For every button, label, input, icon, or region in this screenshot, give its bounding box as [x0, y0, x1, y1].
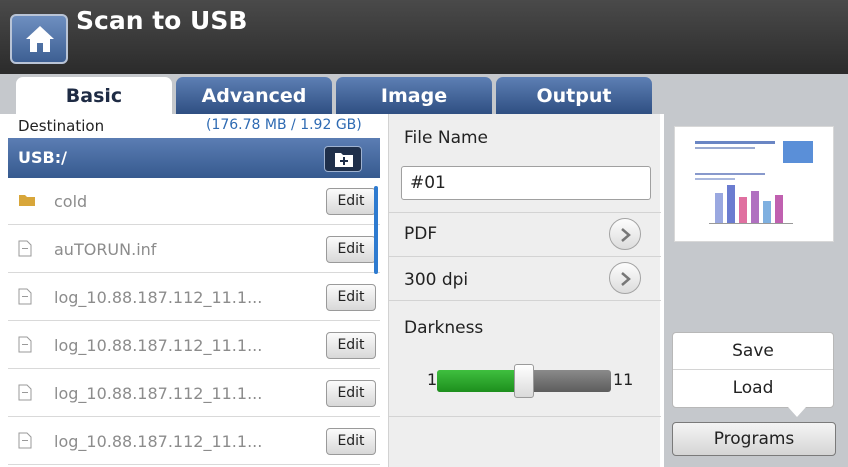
divider — [389, 416, 661, 417]
destination-row: Destination (176.78 MB / 1.92 GB) — [8, 114, 380, 138]
right-panel: Save Load Programs — [664, 74, 848, 467]
file-icon — [18, 288, 32, 305]
file-name: log_10.88.187.112_11.1... — [54, 336, 263, 355]
file-icon — [18, 384, 32, 401]
file-name: auTORUN.inf — [54, 240, 157, 259]
tab-output[interactable]: Output — [496, 77, 652, 114]
darkness-slider[interactable] — [437, 364, 611, 398]
file-list-item[interactable]: log_10.88.187.112_11.1... Edit — [8, 322, 380, 369]
chevron-right-icon — [621, 272, 631, 286]
file-list-panel: Destination (176.78 MB / 1.92 GB) USB:/ … — [8, 114, 380, 467]
file-list-item[interactable]: log_10.88.187.112_11.1... Edit — [8, 274, 380, 321]
edit-button[interactable]: Edit — [326, 236, 376, 263]
darkness-slider-fill — [437, 370, 524, 392]
file-list-item[interactable]: log_10.88.187.112_11.1... Edit — [8, 370, 380, 417]
divider — [389, 212, 661, 213]
document-preview — [674, 126, 834, 242]
file-list-item[interactable]: cold Edit — [8, 178, 380, 225]
resolution-button[interactable] — [609, 262, 641, 294]
home-icon — [26, 26, 54, 52]
file-name-label: File Name — [404, 128, 489, 148]
darkness-min-label: 1 — [427, 370, 438, 389]
file-icon — [18, 432, 32, 449]
divider — [389, 300, 661, 301]
tab-basic[interactable]: Basic — [16, 77, 172, 114]
popup-pointer — [788, 407, 806, 417]
programs-button[interactable]: Programs — [672, 422, 836, 456]
document-thumbnail — [695, 141, 813, 224]
page-title: Scan to USB — [76, 6, 248, 35]
destination-label: Destination — [18, 117, 105, 135]
edit-button[interactable]: Edit — [326, 380, 376, 407]
edit-button[interactable]: Edit — [326, 428, 376, 455]
add-folder-icon — [335, 153, 353, 167]
darkness-slider-thumb[interactable] — [514, 364, 534, 398]
file-format-value: PDF — [404, 224, 438, 244]
destination-size: (176.78 MB / 1.92 GB) — [206, 117, 362, 133]
chevron-right-icon — [621, 228, 631, 242]
file-name: log_10.88.187.112_11.1... — [54, 384, 263, 403]
tab-advanced[interactable]: Advanced — [176, 77, 332, 114]
tab-bar: Basic Advanced Image Output — [0, 74, 664, 114]
edit-button[interactable]: Edit — [326, 284, 376, 311]
divider — [389, 256, 661, 257]
resolution-value: 300 dpi — [404, 270, 469, 290]
file-list-item[interactable]: auTORUN.inf Edit — [8, 226, 380, 273]
darkness-label: Darkness — [404, 318, 484, 338]
usb-path-bar: USB:/ — [8, 138, 380, 178]
file-name-input[interactable]: #01 — [401, 166, 651, 200]
list-scrollbar[interactable] — [374, 186, 378, 274]
file-format-button[interactable] — [609, 218, 641, 250]
edit-button[interactable]: Edit — [326, 332, 376, 359]
add-folder-button[interactable] — [324, 146, 362, 172]
file-icon — [18, 240, 32, 257]
title-bar: Scan to USB — [0, 0, 848, 74]
file-name: log_10.88.187.112_11.1... — [54, 288, 263, 307]
folder-icon — [19, 195, 35, 206]
scan-options-panel: File Name #01 PDF 300 dpi Darkness 1 11 — [388, 114, 661, 467]
usb-path: USB:/ — [18, 148, 67, 167]
file-icon — [18, 336, 32, 353]
file-name: cold — [54, 192, 88, 211]
edit-button[interactable]: Edit — [326, 188, 376, 215]
tab-image[interactable]: Image — [336, 77, 492, 114]
file-list-item[interactable]: log_10.88.187.112_11.1... Edit — [8, 418, 380, 465]
home-button[interactable] — [10, 14, 68, 64]
file-name: log_10.88.187.112_11.1... — [54, 432, 263, 451]
load-button[interactable]: Load — [673, 370, 833, 407]
darkness-max-label: 11 — [613, 370, 634, 389]
save-button[interactable]: Save — [673, 333, 833, 370]
programs-popup: Save Load — [672, 332, 834, 408]
